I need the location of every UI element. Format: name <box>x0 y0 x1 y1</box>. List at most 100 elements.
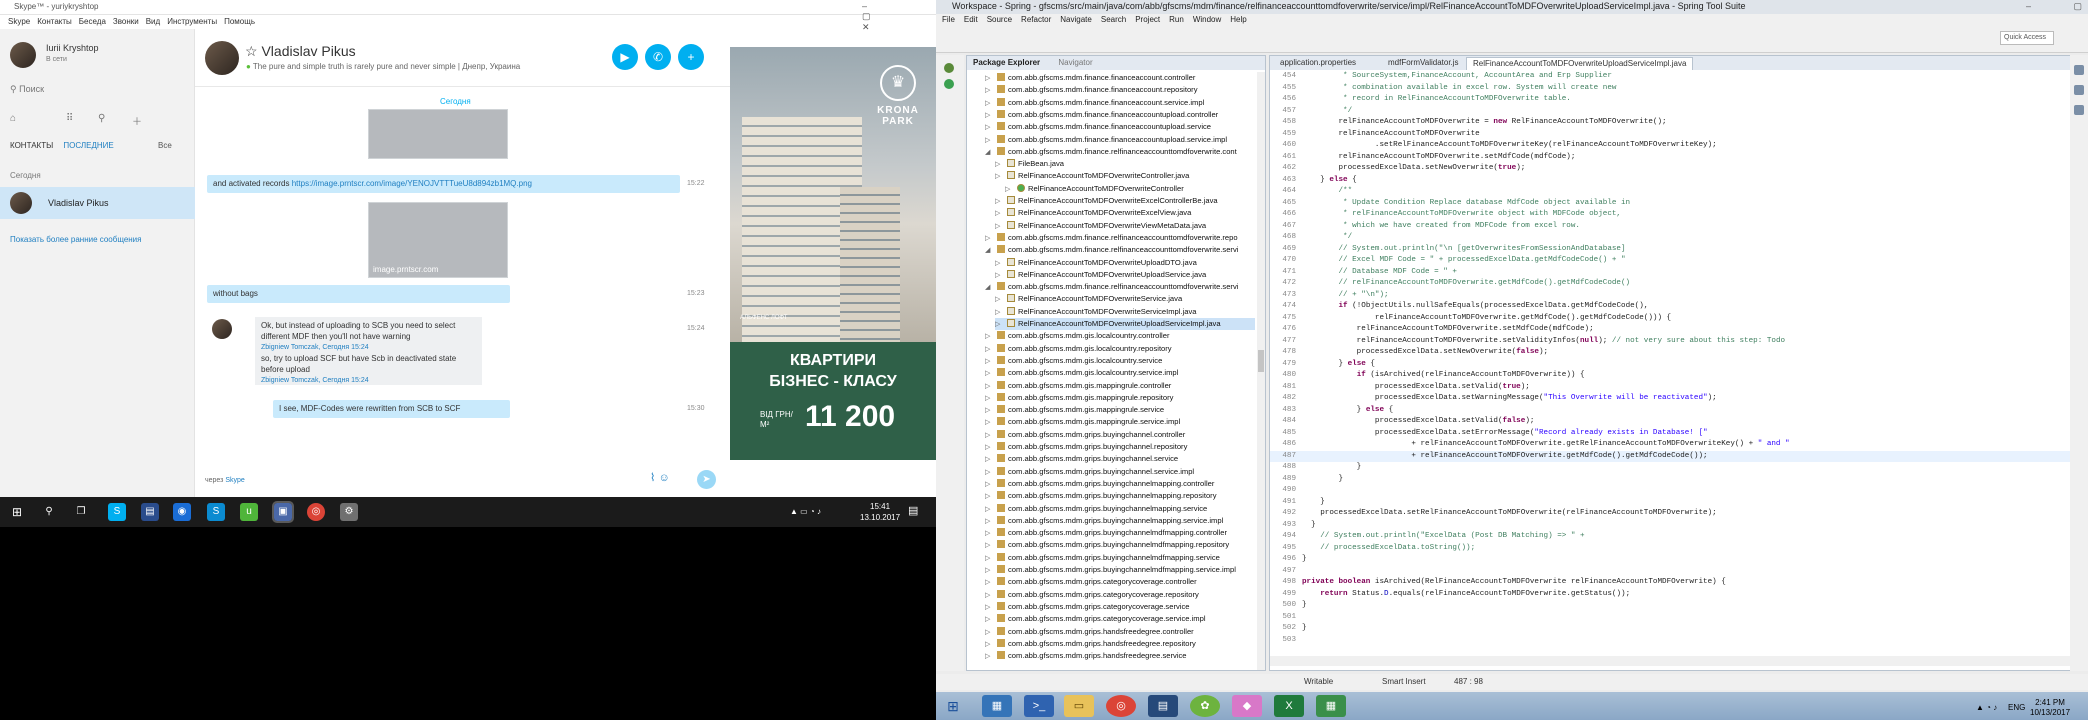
send-button[interactable]: ➤ <box>697 470 716 489</box>
windows-start-icon[interactable]: ⊞ <box>938 695 968 717</box>
file-tree-item[interactable]: ▷ RelFinanceAccountToMDFOverwriteService.… <box>995 293 1255 305</box>
powershell-icon[interactable]: >_ <box>1024 695 1054 717</box>
code-line[interactable]: 459 relFinanceAccountToMDFOverwrite <box>1270 129 2078 141</box>
chevron-right-icon[interactable]: ▷ <box>995 294 1007 306</box>
excel-icon[interactable]: X <box>1274 695 1304 717</box>
menu-window[interactable]: Window <box>1193 15 1221 24</box>
package-tree-item[interactable]: ▷ com.abb.gfscms.mdm.gis.localcountry.rep… <box>985 343 1255 355</box>
code-line[interactable]: 498 private boolean isArchived(RelFinance… <box>1270 577 2078 589</box>
code-line[interactable]: 480 if (isArchived(relFinanceAccountToMD… <box>1270 370 2078 382</box>
app-taskbar-icon[interactable]: ◉ <box>173 503 191 521</box>
file-tree-item[interactable]: ▷ RelFinanceAccountToMDFOverwriteControll… <box>1005 183 1255 195</box>
chevron-right-icon[interactable]: ▷ <box>985 467 997 479</box>
chevron-right-icon[interactable]: ▷ <box>985 528 997 540</box>
tray-icons[interactable]: ▲ ◔ ♪ <box>1976 703 1997 712</box>
attach-icon[interactable]: ⌇ <box>650 472 655 484</box>
package-tree-item[interactable]: ▷ com.abb.gfscms.mdm.grips.buyingchannelm… <box>985 564 1255 576</box>
chevron-right-icon[interactable]: ▷ <box>995 171 1007 183</box>
code-line[interactable]: 499 return Status.D.equals(relFinanceAcc… <box>1270 589 2078 601</box>
editor-horizontal-scrollbar[interactable] <box>1270 656 2086 666</box>
package-tree-item[interactable]: ▷ com.abb.gfscms.mdm.grips.buyingchannelm… <box>985 539 1255 551</box>
code-line[interactable]: 484 processedExcelData.setValid(false); <box>1270 416 2078 428</box>
chevron-right-icon[interactable]: ▷ <box>985 110 997 122</box>
message-link[interactable]: https://image.prntscr.com/image/YENOJVTT… <box>292 179 532 188</box>
code-line[interactable]: 501 <box>1270 612 2078 624</box>
code-line[interactable]: 483 } else { <box>1270 405 2078 417</box>
spring-tool-suite-icon[interactable]: ✿ <box>1190 695 1220 717</box>
remote-desktop-taskbar-icon[interactable]: ▣ <box>272 501 294 523</box>
package-tree-item[interactable]: ◢ com.abb.gfscms.mdm.finance.relfinanceac… <box>985 244 1255 256</box>
chevron-right-icon[interactable]: ▷ <box>985 540 997 552</box>
chevron-right-icon[interactable]: ▷ <box>985 368 997 380</box>
chevron-right-icon[interactable]: ▷ <box>985 639 997 651</box>
code-line[interactable]: 503 <box>1270 635 2078 647</box>
code-line[interactable]: 473 // + "\n"); <box>1270 290 2078 302</box>
chevron-right-icon[interactable]: ▷ <box>985 590 997 602</box>
code-line[interactable]: 458 relFinanceAccountToMDFOverwrite = ne… <box>1270 117 2078 129</box>
chevron-right-icon[interactable]: ▷ <box>985 614 997 626</box>
code-line[interactable]: 476 relFinanceAccountToMDFOverwrite.setM… <box>1270 324 2078 336</box>
chrome-taskbar-icon[interactable]: ◎ <box>307 503 325 521</box>
package-tree-item[interactable]: ▷ com.abb.gfscms.mdm.grips.handsfreedegre… <box>985 638 1255 650</box>
code-line[interactable]: 492 processedExcelData.setRelFinanceAcco… <box>1270 508 2078 520</box>
search-icon[interactable]: ⚲ <box>40 503 58 521</box>
package-tree-item[interactable]: ▷ com.abb.gfscms.mdm.finance.financeaccou… <box>985 97 1255 109</box>
emoticon-icon[interactable]: ☺ <box>658 472 669 484</box>
advertisement-banner[interactable]: ♛ KRONA PARK АЛЬФЕНС ЛОФТ КВАРТИРИ БІЗНЕС… <box>730 47 936 460</box>
package-tree-item[interactable]: ▷ com.abb.gfscms.mdm.grips.buyingchannel.… <box>985 441 1255 453</box>
menu-help[interactable]: Help <box>1230 15 1246 24</box>
code-area[interactable]: 454 * SourceSystem,FinanceAccount, Accou… <box>1270 71 2080 646</box>
code-line[interactable]: 497 <box>1270 566 2078 578</box>
chevron-right-icon[interactable]: ▷ <box>985 85 997 97</box>
menu-run[interactable]: Run <box>1169 15 1184 24</box>
menu-skype[interactable]: Skype <box>8 17 30 26</box>
image-thumbnail[interactable] <box>368 109 508 159</box>
tab-navigator[interactable]: Navigator <box>1058 58 1092 67</box>
quote-author[interactable]: Zbigniew Tomczak, Сегодня 15:24 <box>261 375 476 386</box>
code-line[interactable]: 482 processedExcelData.setWarningMessage… <box>1270 393 2078 405</box>
save-icon[interactable]: ▤ <box>1148 695 1178 717</box>
code-line[interactable]: 462 processedExcelData.setNewOverwrite(t… <box>1270 163 2078 175</box>
app-icon[interactable]: ◆ <box>1232 695 1262 717</box>
package-tree-item[interactable]: ▷ com.abb.gfscms.mdm.grips.handsfreedegre… <box>985 650 1255 662</box>
chevron-right-icon[interactable]: ▷ <box>985 651 997 663</box>
console-icon[interactable] <box>2074 105 2084 115</box>
file-tree-item[interactable]: ▷ RelFinanceAccountToMDFOverwriteControll… <box>995 170 1255 182</box>
menu-edit[interactable]: Edit <box>964 15 978 24</box>
package-tree-item[interactable]: ▷ com.abb.gfscms.mdm.grips.buyingchannel.… <box>985 466 1255 478</box>
explorer-scroll-thumb[interactable] <box>1258 350 1264 372</box>
package-tree-item[interactable]: ▷ com.abb.gfscms.mdm.grips.buyingchannel.… <box>985 429 1255 441</box>
chevron-down-icon[interactable]: ◢ <box>985 245 997 257</box>
package-tree-item[interactable]: ▷ com.abb.gfscms.mdm.gis.localcountry.ser… <box>985 367 1255 379</box>
package-tree-item[interactable]: ▷ com.abb.gfscms.mdm.grips.buyingchannelm… <box>985 478 1255 490</box>
code-line[interactable]: 456 * record in RelFinanceAccountToMDFOv… <box>1270 94 2078 106</box>
code-line[interactable]: 500} <box>1270 600 2078 612</box>
code-line[interactable]: 467 * which we have created from MDFCode… <box>1270 221 2078 233</box>
chevron-right-icon[interactable]: ▷ <box>1005 184 1017 196</box>
chevron-right-icon[interactable]: ▷ <box>995 258 1007 270</box>
package-tree-item[interactable]: ▷ com.abb.gfscms.mdm.grips.buyingchannelm… <box>985 490 1255 502</box>
code-line[interactable]: 468 */ <box>1270 232 2078 244</box>
code-line[interactable]: 475 relFinanceAccountToMDFOverwrite.getM… <box>1270 313 2078 325</box>
chevron-right-icon[interactable]: ▷ <box>985 553 997 565</box>
code-line[interactable]: 494 // System.out.println("ExcelData (Po… <box>1270 531 2078 543</box>
chevron-right-icon[interactable]: ▷ <box>995 270 1007 282</box>
code-line[interactable]: 489 } <box>1270 474 2078 486</box>
package-tree-item[interactable]: ▷ com.abb.gfscms.mdm.gis.localcountry.ser… <box>985 355 1255 367</box>
package-tree-item[interactable]: ▷ com.abb.gfscms.mdm.grips.categorycovera… <box>985 576 1255 588</box>
add-contact-icon[interactable]: ＋ <box>132 113 142 128</box>
quote-author[interactable]: Zbigniew Tomczak, Сегодня 15:24 <box>261 342 476 353</box>
chevron-right-icon[interactable]: ▷ <box>985 430 997 442</box>
chevron-right-icon[interactable]: ▷ <box>995 307 1007 319</box>
package-tree-item[interactable]: ▷ com.abb.gfscms.mdm.finance.financeaccou… <box>985 109 1255 121</box>
tray-icons[interactable]: ▲ ▭ ◔ ♪ <box>790 507 821 516</box>
skype-taskbar-icon[interactable]: S <box>207 503 225 521</box>
menu-view[interactable]: Вид <box>146 17 160 26</box>
file-tree-item[interactable]: ▷ RelFinanceAccountToMDFOverwriteUploadSe… <box>995 318 1255 331</box>
quick-access-input[interactable]: Quick Access <box>2000 31 2054 45</box>
code-line[interactable]: 502} <box>1270 623 2078 635</box>
show-older-link[interactable]: Показать более ранние сообщения <box>10 235 141 244</box>
upwork-taskbar-icon[interactable]: u <box>240 503 258 521</box>
tab-package-explorer[interactable]: Package Explorer <box>973 58 1040 67</box>
video-call-button[interactable]: ▶ <box>612 44 638 70</box>
